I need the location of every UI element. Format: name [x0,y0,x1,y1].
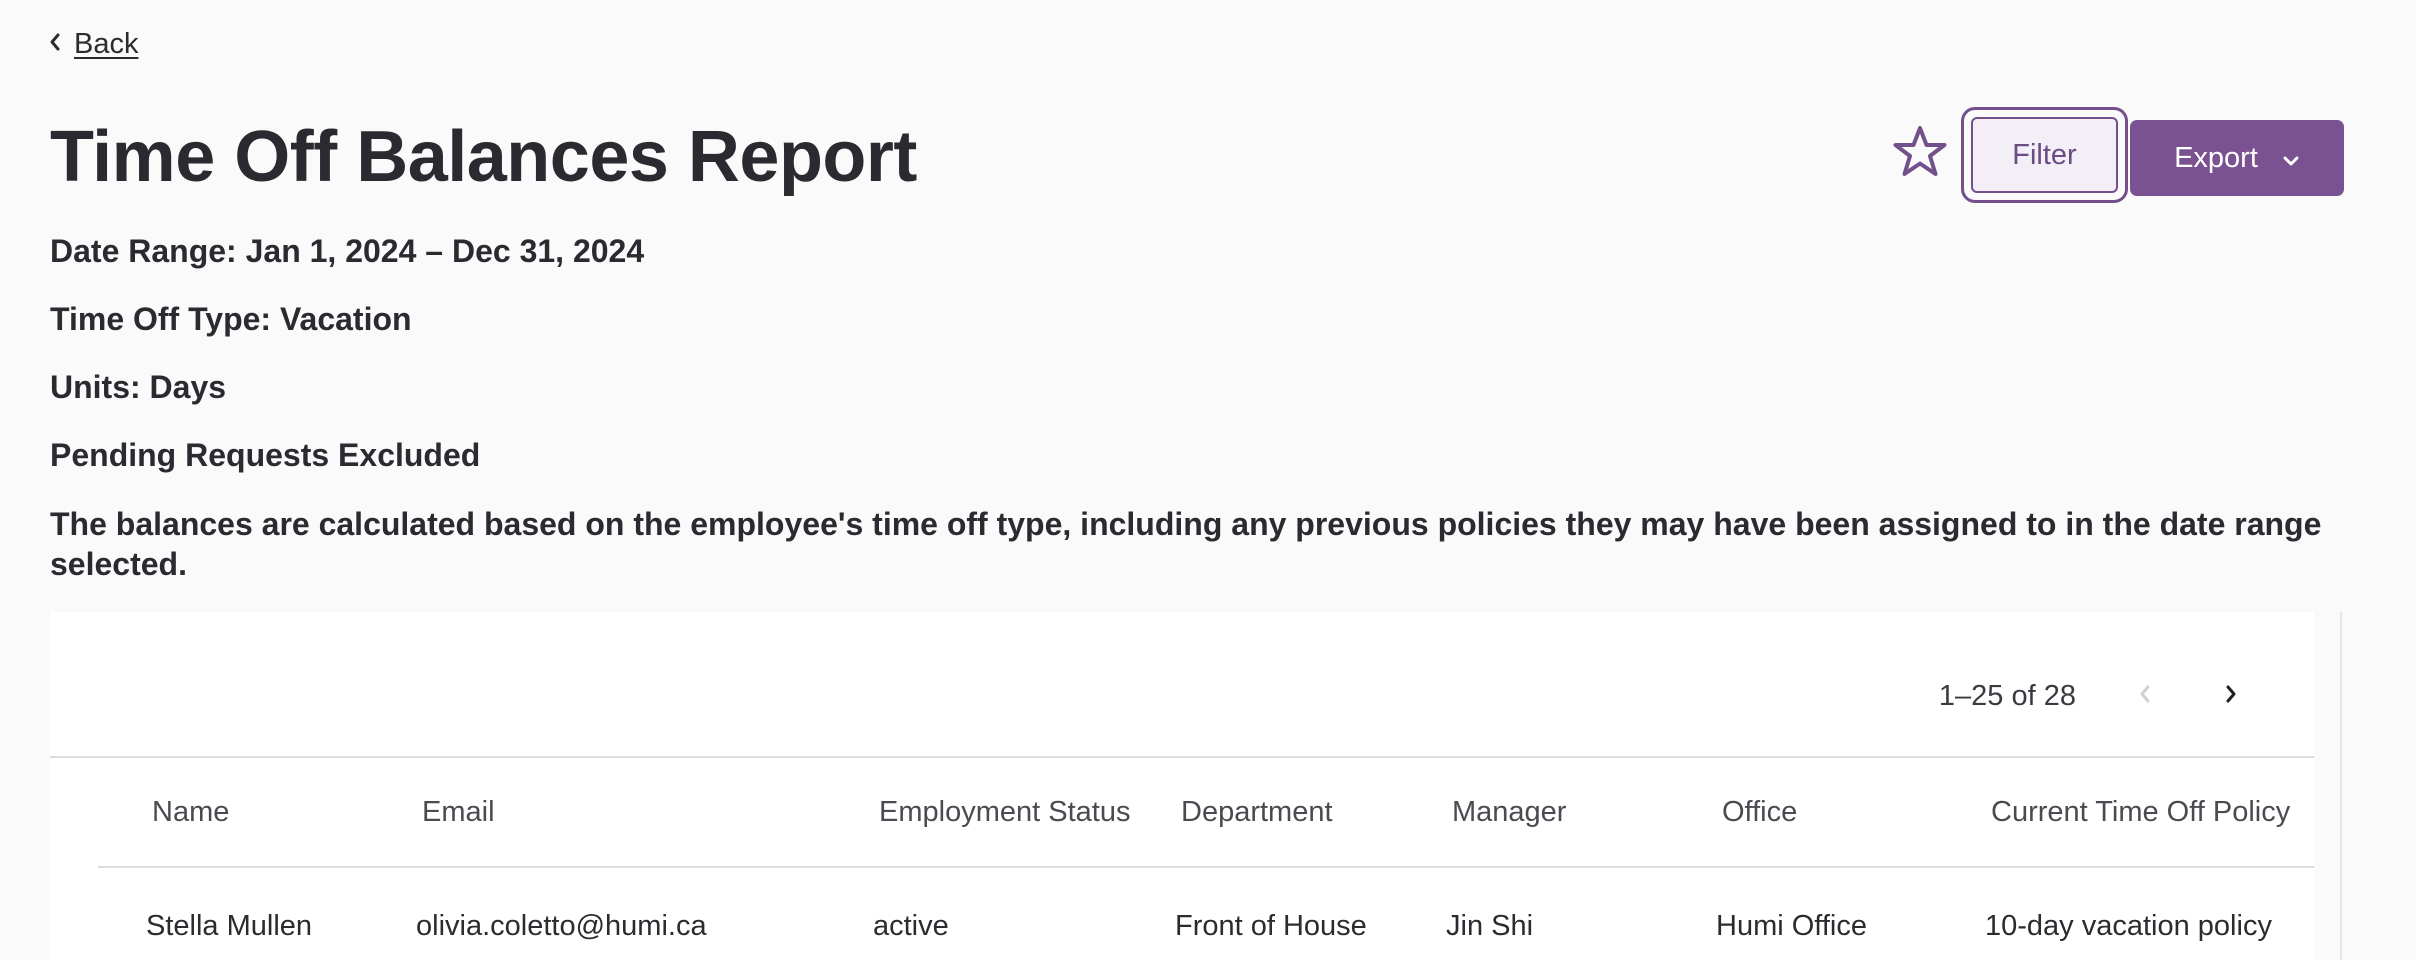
chevron-right-icon [2224,683,2238,710]
cell-employment-status: active [873,910,949,942]
report-table-card: 1–25 of 28 Name Email Employment Status … [50,612,2314,960]
chevron-left-icon [48,28,62,61]
cell-manager: Jin Shi [1446,910,1534,942]
cell-name: Stella Mullen [146,910,313,942]
column-header-manager[interactable]: Manager [1452,796,1566,829]
cell-email: olivia.coletto@humi.ca [416,910,707,942]
chevron-left-icon [2138,683,2152,710]
pagination-range: 1–25 of 28 [1938,679,2076,712]
back-link-label: Back [74,28,139,60]
card-divider [2340,612,2342,960]
column-header-email[interactable]: Email [422,796,495,829]
export-button[interactable]: Export [2130,120,2344,196]
column-header-department[interactable]: Department [1181,796,1333,829]
cell-current-time-off-policy: 10-day vacation policy [1985,910,2272,942]
export-button-label: Export [2174,141,2258,174]
cell-office: Humi Office [1716,910,1867,942]
next-page-button[interactable] [2216,681,2246,711]
column-header-employment-status[interactable]: Employment Status [879,796,1130,829]
filter-button[interactable]: Filter [1971,117,2118,193]
table-row[interactable]: Stella Mullen olivia.coletto@humi.ca act… [98,870,2314,960]
balances-note: The balances are calculated based on the… [50,506,2322,582]
pagination: 1–25 of 28 [1939,672,2314,720]
column-header-current-time-off-policy[interactable]: Current Time Off Policy [1991,796,2290,829]
chevron-down-icon [2282,142,2300,175]
date-range-text: Date Range: Jan 1, 2024 – Dec 31, 2024 [50,233,645,269]
page-title: Time Off Balances Report [50,117,917,197]
filter-button-focus-ring: Filter [1961,107,2128,203]
column-header-office[interactable]: Office [1722,796,1797,829]
units-text: Units: Days [50,369,227,405]
back-link[interactable]: Back [48,28,138,61]
table-header: Name Email Employment Status Department … [98,758,2314,868]
star-outline-icon[interactable] [1890,123,1950,183]
column-header-name[interactable]: Name [152,796,229,829]
cell-department: Front of House [1175,910,1367,942]
previous-page-button[interactable] [2130,681,2160,711]
report-page: Back Time Off Balances Report Filter Exp… [0,0,2416,960]
pending-requests-text: Pending Requests Excluded [50,437,481,473]
time-off-type-text: Time Off Type: Vacation [50,301,412,337]
